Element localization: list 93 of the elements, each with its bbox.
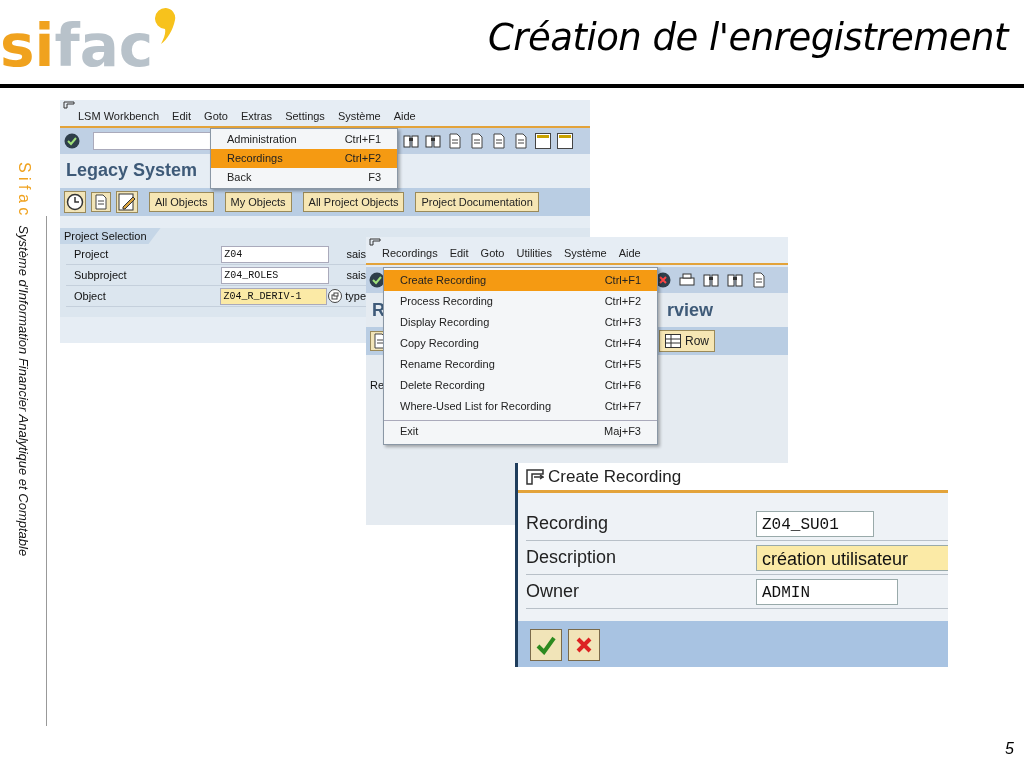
field-label: Re [370,379,385,391]
menu-item[interactable]: Administration Ctrl+F1 [211,130,397,149]
menu-item[interactable]: Goto [204,110,228,122]
dialog-icon [526,468,544,485]
checkmark-icon [536,635,556,655]
cancel-button[interactable] [568,629,600,661]
menu-item[interactable]: Copy Recording Ctrl+F4 [384,333,657,354]
menu-item[interactable]: Goto [480,247,505,259]
row-button[interactable]: Row [659,330,715,352]
page-icon [93,194,109,210]
icon-button[interactable] [116,191,138,213]
menu-item[interactable]: Process Recording Ctrl+F2 [384,291,657,312]
menu-item[interactable]: Delete Recording Ctrl+F6 [384,375,657,396]
binoculars-icon[interactable] [727,272,743,288]
icon-button[interactable] [64,191,86,213]
screen-title: rview [666,299,715,322]
input-field[interactable]: Z04_ROLES [221,266,329,284]
menu-item[interactable]: Recordings Ctrl+F2 [211,149,397,168]
menu-item[interactable]: Aide [393,110,416,122]
input-field[interactable]: création utilisateur [756,544,948,571]
logo: sifac [0,4,180,82]
menu-item[interactable]: Système [563,247,607,259]
toolbar-button[interactable]: All Objects [149,192,214,212]
brand-text: S i f a c [15,162,33,216]
shortcut-label: Ctrl+F3 [604,316,641,329]
toolbar-button[interactable]: All Project Objects [302,192,405,212]
shortcut-label: Ctrl+F1 [604,274,641,287]
binoculars-icon[interactable] [703,272,719,288]
menu-item[interactable]: Utilities [516,247,552,259]
window-icon[interactable] [557,133,573,149]
dialog-icon[interactable] [63,101,75,109]
field-label: Subproject [73,269,128,281]
popup-icon[interactable] [328,289,343,303]
shortcut-label: Ctrl+F2 [344,152,381,165]
input-field[interactable]: ADMIN [756,578,898,605]
input-field[interactable]: Z04 [221,245,329,263]
shortcut-label: Ctrl+F5 [604,358,641,371]
page-number: 5 [1005,740,1014,758]
input-field[interactable]: Z04_R_DERIV-1 [220,287,328,305]
slide-title: Création de l'enregistrement [487,16,1008,59]
confirm-button[interactable] [530,629,562,661]
binoculars-icon[interactable] [425,133,441,149]
field-label: Owner [526,581,580,602]
shortcut-label: Ctrl+F4 [604,337,641,350]
menu-item[interactable]: Edit [172,110,192,122]
shortcut-label: Ctrl+F1 [344,133,381,146]
shortcut-label: Maj+F3 [604,425,641,438]
field-label: Recording [526,513,610,534]
input-field[interactable]: Z04_SU01 [756,510,874,537]
shortcut-label: Ctrl+F7 [604,400,641,413]
field-label: Object [73,290,107,302]
menu-item[interactable]: Exit Maj+F3 [384,420,657,442]
field-note: sais [346,248,366,260]
menu-item[interactable]: Settings [285,110,325,122]
printer-icon[interactable] [679,272,695,288]
menu-item[interactable]: LSM Workbench [78,110,160,122]
shortcut-label: Ctrl+F6 [604,379,641,392]
page-icon[interactable] [513,133,529,149]
table-icon [665,334,681,348]
window-icon[interactable] [535,133,551,149]
menu-item[interactable]: Create Recording Ctrl+F1 [384,270,657,291]
toolbar-button[interactable]: Project Documentation [415,192,539,212]
page-icon[interactable] [491,133,507,149]
dialog-icon[interactable] [369,238,381,246]
menu-item[interactable]: Extras [240,110,273,122]
check-circle-icon[interactable] [64,133,80,149]
menu-item[interactable]: Edit [449,247,469,259]
field-label: Project [73,248,110,260]
menu-item[interactable]: Where-Used List for Recording Ctrl+F7 [384,396,657,417]
menu-item[interactable]: Recordings [382,247,438,259]
page-icon[interactable] [447,133,463,149]
clock-icon [66,193,84,211]
binoculars-icon[interactable] [403,133,419,149]
menu-item[interactable]: Back F3 [211,168,397,187]
side-caption: Système d'Information Financier Analytique et Comptable [16,225,31,557]
toolbar-button[interactable]: My Objects [224,192,292,212]
dialog-title: Create Recording [548,466,682,487]
page-icon[interactable] [469,133,485,149]
check-circle-icon[interactable] [369,272,385,288]
pencil-page-icon [118,193,136,211]
field-note: type [345,290,366,302]
menu-item[interactable]: Aide [618,247,641,259]
shortcut-label: F3 [368,171,381,184]
menu-item[interactable]: Système [337,110,381,122]
menu-item[interactable]: Rename Recording Ctrl+F5 [384,354,657,375]
command-field[interactable] [93,132,213,150]
field-label: Description [526,547,618,568]
field-note: sais [346,269,366,281]
menu-item[interactable]: Display Recording Ctrl+F3 [384,312,657,333]
cross-icon [575,636,593,654]
page-icon[interactable] [751,272,767,288]
shortcut-label: Ctrl+F2 [604,295,641,308]
screen-title: Legacy System [65,159,199,182]
